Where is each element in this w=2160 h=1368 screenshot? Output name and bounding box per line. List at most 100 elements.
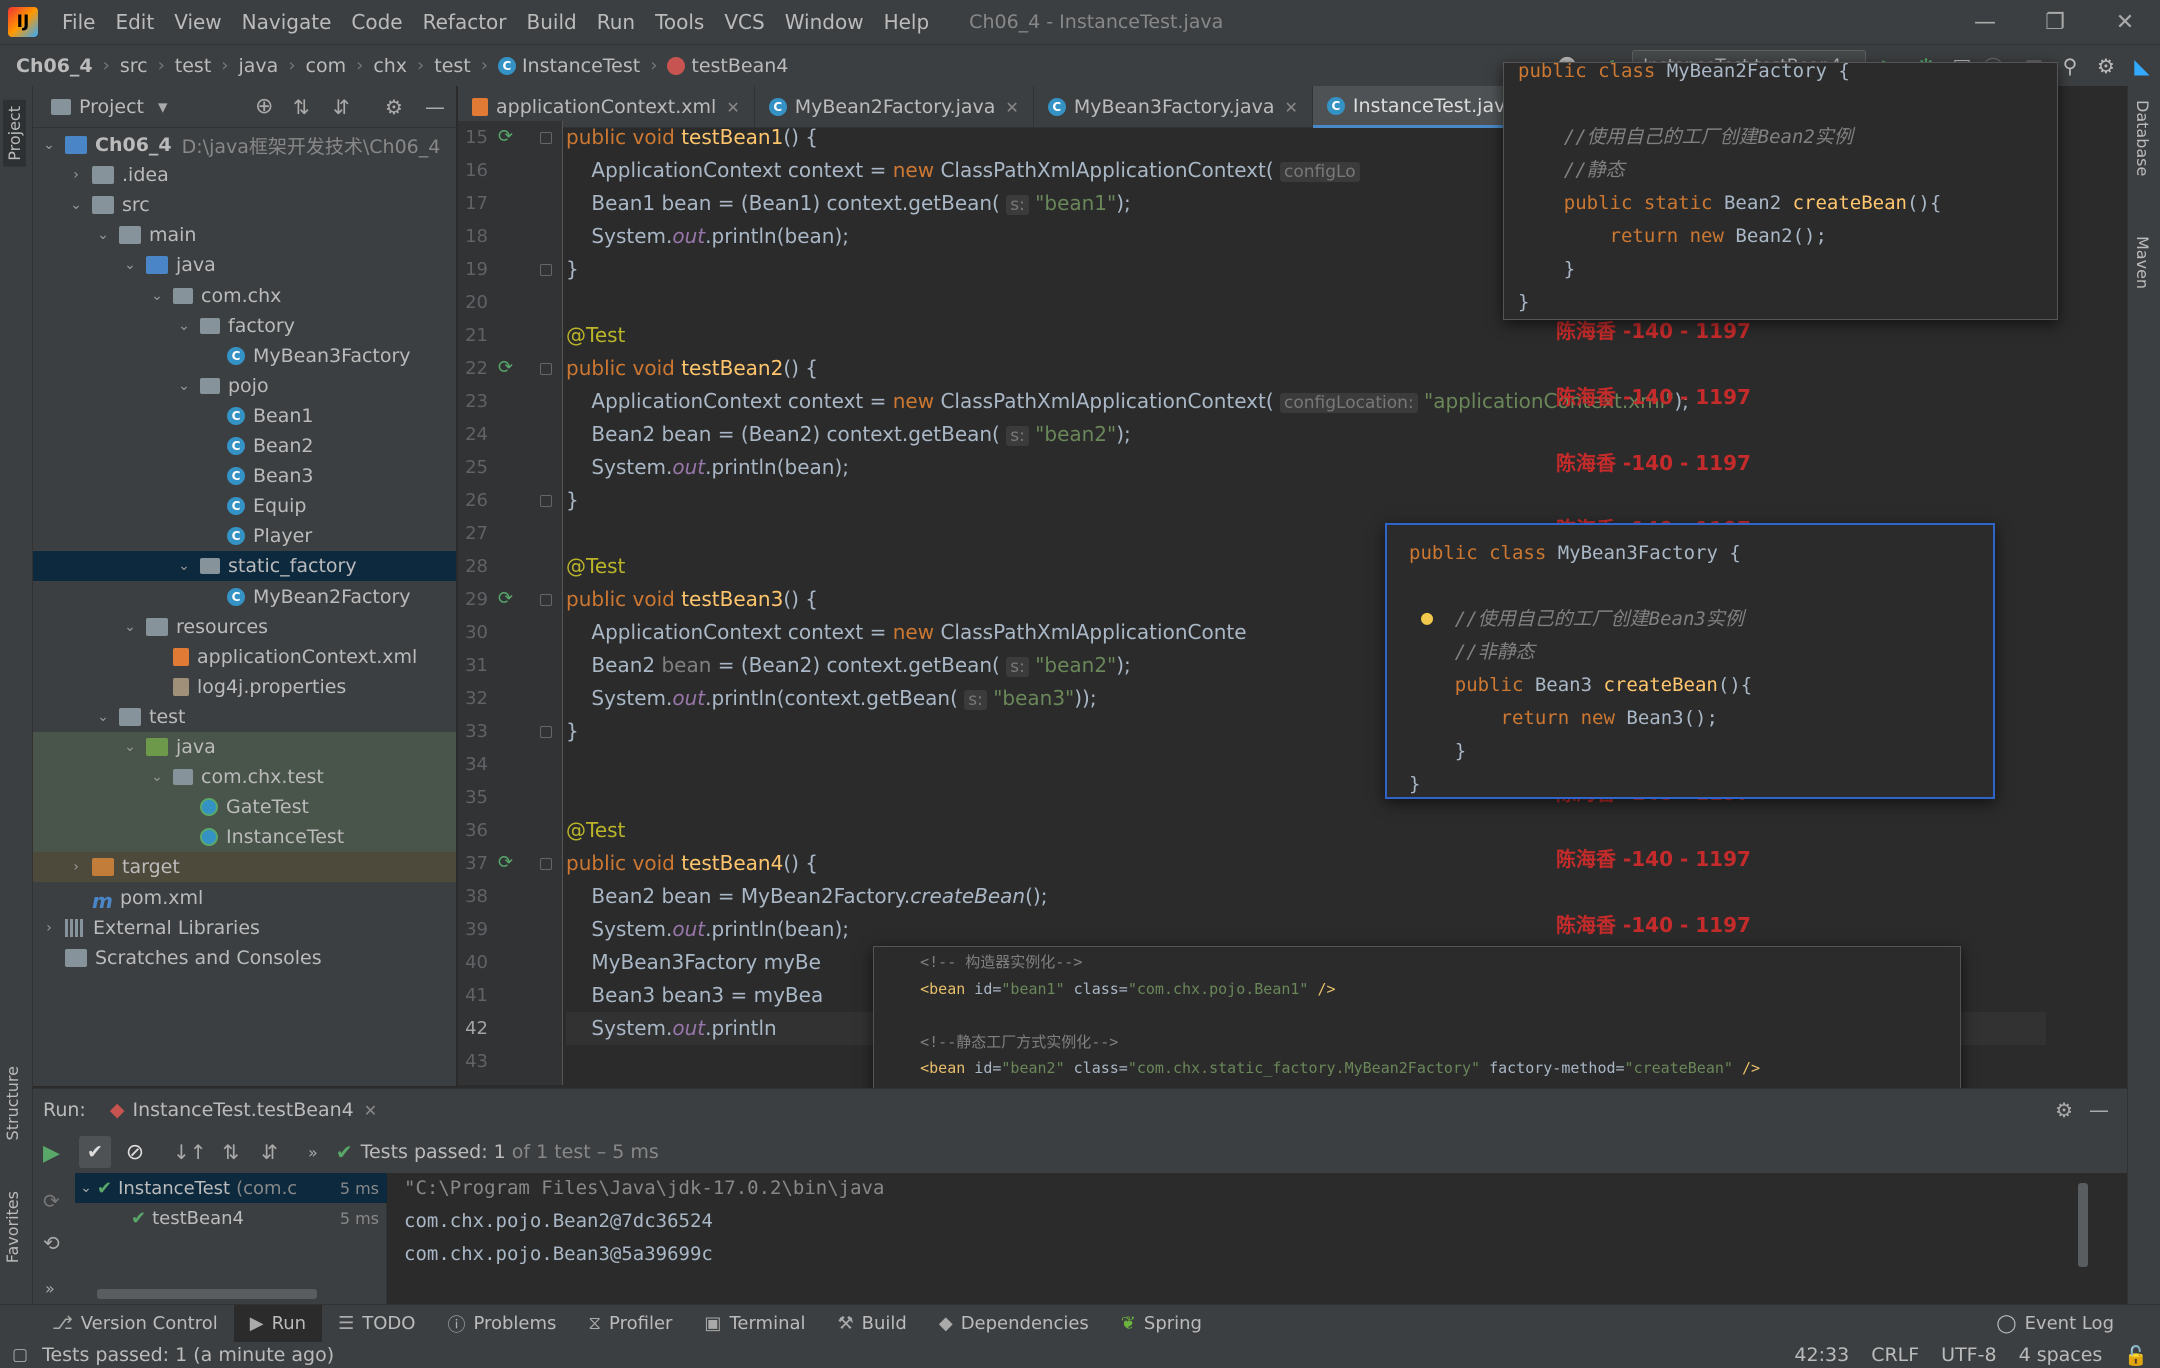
line-separator[interactable]: CRLF [1871, 1344, 1919, 1366]
tree-item-main[interactable]: ⌄ main [33, 220, 456, 250]
menu-navigate[interactable]: Navigate [232, 10, 342, 34]
chevron-down-icon[interactable]: ▾ [158, 96, 168, 118]
gear-icon[interactable]: ⚙ [2055, 1098, 2073, 1122]
chevron-down-icon[interactable]: ⌄ [93, 227, 113, 243]
breadcrumb-chx[interactable]: chx [373, 55, 407, 77]
tool-tab-terminal[interactable]: ▣ Terminal [688, 1305, 821, 1343]
menu-vcs[interactable]: VCS [714, 10, 774, 34]
tool-tab-spring[interactable]: ❦ Spring [1105, 1305, 1218, 1343]
lock-icon[interactable]: 🔓 [2124, 1344, 2148, 1367]
menu-code[interactable]: Code [341, 10, 412, 34]
menu-window[interactable]: Window [775, 10, 874, 34]
tree-item-test[interactable]: ⌄ test [33, 702, 456, 732]
chevron-right-icon[interactable]: › [39, 920, 59, 936]
chevron-down-icon[interactable]: ⌄ [120, 739, 140, 755]
tree-item-ch06-4[interactable]: ⌄ Ch06_4 D:\java框架开发技术\Ch06_4 [33, 130, 456, 160]
chevron-down-icon[interactable]: ⌄ [39, 137, 59, 153]
chevron-down-icon[interactable]: ⌄ [147, 769, 167, 785]
tree-item-bean2[interactable]: C Bean2 [33, 431, 456, 461]
tree-item-bean1[interactable]: C Bean1 [33, 401, 456, 431]
tree-item-mybean2factory[interactable]: C MyBean2Factory [33, 582, 456, 612]
fold-marker-icon[interactable] [540, 495, 552, 507]
expand-all-icon[interactable]: ⇅ [293, 95, 310, 119]
vertical-scrollbar[interactable] [2078, 1183, 2088, 1267]
breadcrumb-method[interactable]: testBean4 [691, 55, 788, 77]
chevron-down-icon[interactable]: ⌄ [120, 257, 140, 273]
file-encoding[interactable]: UTF-8 [1941, 1344, 1996, 1366]
status-panel-icon[interactable]: ▢ [12, 1345, 28, 1365]
close-tab-icon[interactable]: ✕ [1005, 98, 1018, 117]
quick-definition-popup-bean2[interactable]: public class MyBean2Factory { //使用自己的工厂创… [1503, 62, 2058, 320]
expand-all-icon[interactable]: ⇵ [261, 1140, 278, 1164]
tree-item-mybean3factory[interactable]: C MyBean3Factory [33, 341, 456, 371]
run-tab[interactable]: InstanceTest.testBean4 [132, 1099, 353, 1121]
favorites-tool-tab[interactable]: Favorites [3, 1191, 22, 1263]
quick-definition-popup-bean3[interactable]: public class MyBean3Factory { //使用自己的工厂创… [1385, 523, 1995, 799]
more-actions-icon[interactable]: » [45, 1279, 55, 1298]
hide-panel-icon[interactable]: — [425, 95, 445, 119]
breadcrumb-test-pkg[interactable]: test [434, 55, 471, 77]
chevron-down-icon[interactable]: ⌄ [147, 288, 167, 304]
tree-item-resources[interactable]: ⌄ resources [33, 612, 456, 642]
tree-item-pom-xml[interactable]: m pom.xml [33, 883, 456, 913]
settings-gear-icon[interactable]: ⚙ [2088, 48, 2124, 84]
breadcrumb-project[interactable]: Ch06_4 [16, 55, 93, 77]
menu-build[interactable]: Build [517, 10, 587, 34]
tool-tab-dependencies[interactable]: ◆ Dependencies [923, 1305, 1105, 1343]
rerun-icon[interactable]: ▶ [43, 1141, 60, 1166]
tree-item-java[interactable]: ⌄ java [33, 250, 456, 280]
tree-item-src[interactable]: ⌄ src [33, 190, 456, 220]
console-output[interactable]: "C:\Program Files\Java\jdk-17.0.2\bin\ja… [388, 1173, 2088, 1305]
show-ignored-icon[interactable]: ⊘ [119, 1136, 151, 1168]
fold-marker-icon[interactable] [540, 858, 552, 870]
tree-item-bean3[interactable]: C Bean3 [33, 461, 456, 491]
tree-item-com-chx[interactable]: ⌄ com.chx [33, 281, 456, 311]
menu-help[interactable]: Help [874, 10, 940, 34]
close-tab-icon[interactable]: ✕ [1285, 98, 1298, 117]
tree-item-scratches-and-consoles[interactable]: Scratches and Consoles [33, 943, 456, 973]
show-passed-icon[interactable]: ✔ [79, 1136, 111, 1168]
structure-tool-tab[interactable]: Structure [3, 1066, 22, 1140]
sort-alpha-icon[interactable]: ↓↑ [173, 1140, 207, 1164]
indent-setting[interactable]: 4 spaces [2019, 1344, 2103, 1366]
tool-tab-version-control[interactable]: ⎇ Version Control [36, 1305, 234, 1343]
fold-marker-icon[interactable] [540, 264, 552, 276]
rerun-failed-icon[interactable]: ⟳ [43, 1189, 60, 1213]
project-view-select[interactable]: Project [79, 96, 144, 118]
tree-item--idea[interactable]: › .idea [33, 160, 456, 190]
collapse-all-icon[interactable]: ⇵ [333, 95, 350, 119]
chevron-down-icon[interactable]: ⌄ [174, 558, 194, 574]
status-message[interactable]: Tests passed: 1 (a minute ago) [42, 1344, 334, 1366]
run-test-gutter-icon[interactable]: ⟳ [498, 852, 518, 873]
database-tool-tab[interactable]: Database [2133, 100, 2152, 176]
fold-marker-icon[interactable] [540, 594, 552, 606]
breadcrumb-com[interactable]: com [306, 55, 347, 77]
fold-marker-icon[interactable] [540, 132, 552, 144]
tree-item-factory[interactable]: ⌄ factory [33, 311, 456, 341]
chevron-right-icon[interactable]: › [66, 167, 86, 183]
tool-tab-todo[interactable]: ☰ TODO [322, 1305, 431, 1343]
tree-item-static-factory[interactable]: ⌄ static_factory [33, 551, 456, 582]
menu-file[interactable]: File [52, 10, 105, 34]
hide-panel-icon[interactable]: — [2089, 1098, 2109, 1122]
intellij-logo-icon[interactable]: IJ [8, 7, 38, 37]
minimize-icon[interactable]: — [1950, 0, 2020, 44]
test-suite-row[interactable]: ⌄ ✔ InstanceTest (com.c 5 ms [75, 1173, 387, 1203]
close-icon[interactable]: ✕ [364, 1101, 377, 1120]
sort-duration-icon[interactable]: ⇅ [223, 1140, 240, 1164]
menu-run[interactable]: Run [587, 10, 645, 34]
chevron-down-icon[interactable]: ⌄ [120, 619, 140, 635]
horizontal-scrollbar[interactable] [97, 1289, 317, 1299]
chevron-right-icon[interactable]: › [66, 859, 86, 875]
tool-tab-run[interactable]: ▶ Run [233, 1304, 323, 1343]
fold-marker-icon[interactable] [540, 726, 552, 738]
breadcrumb-test[interactable]: test [175, 55, 212, 77]
tree-item-pojo[interactable]: ⌄ pojo [33, 371, 456, 401]
run-test-gutter-icon[interactable]: ⟳ [498, 126, 518, 147]
project-tool-tab[interactable]: Project [3, 100, 26, 167]
run-test-gutter-icon[interactable]: ⟳ [498, 588, 518, 609]
close-tab-icon[interactable]: ✕ [726, 98, 739, 117]
run-test-gutter-icon[interactable]: ⟳ [498, 357, 518, 378]
toolbox-icon[interactable]: ◣ [2124, 48, 2160, 84]
chevron-down-icon[interactable]: ⌄ [174, 318, 194, 334]
